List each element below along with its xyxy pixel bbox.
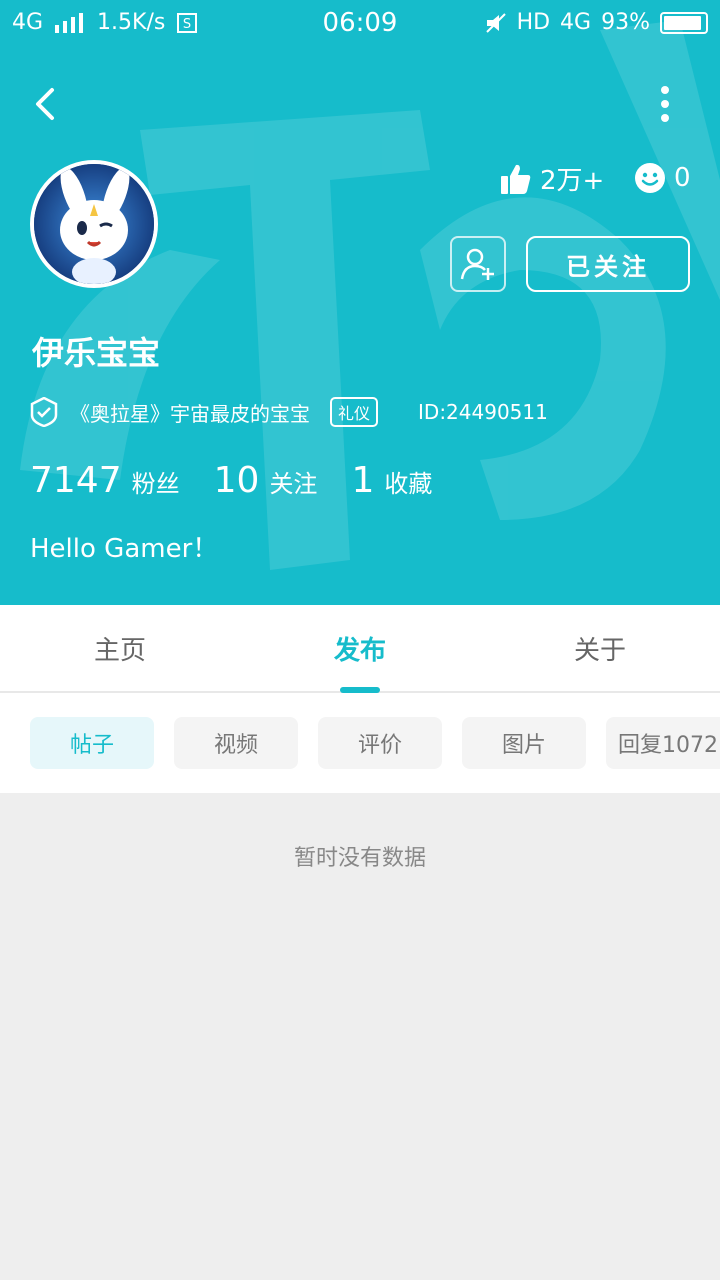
chip-replies[interactable]: 回复1072 <box>606 717 720 769</box>
bio: Hello Gamer！ <box>30 534 219 564</box>
following-button[interactable]: 已关注 <box>526 236 690 292</box>
avatar-image <box>34 164 154 284</box>
chip-images[interactable]: 图片 <box>462 717 586 769</box>
more-vertical-icon[interactable] <box>650 84 680 124</box>
following-count[interactable]: 10 <box>214 460 260 501</box>
hd-label: HD <box>516 10 551 35</box>
profile-meta: 《奥拉星》宇宙最皮的宝宝 礼仪 ID:24490511 <box>30 396 710 428</box>
title-text: 《奥拉星》宇宙最皮的宝宝 <box>70 401 310 426</box>
favorites-label[interactable]: 收藏 <box>384 464 432 499</box>
chip-reviews[interactable]: 评价 <box>318 717 442 769</box>
filter-chips: 帖子 视频 评价 图片 回复1072 <box>0 693 720 793</box>
tab-home[interactable]: 主页 <box>0 605 240 691</box>
following-label[interactable]: 关注 <box>269 464 317 499</box>
chip-posts[interactable]: 帖子 <box>30 717 154 769</box>
tab-posts[interactable]: 发布 <box>240 605 480 693</box>
avatar[interactable] <box>30 160 158 288</box>
back-arrow-icon[interactable] <box>28 84 64 124</box>
smile-value: 0 <box>674 163 691 193</box>
battery-icon <box>660 11 708 34</box>
empty-state-text: 暂时没有数据 <box>293 846 426 871</box>
battery-fill <box>664 15 702 30</box>
profile-stats: 7147 粉丝 10 关注 1 收藏 <box>30 460 466 501</box>
profile-header: 4G 1.5K/s S 06:09 HD 4G 93% 2万+ 0 已关注 伊乐… <box>0 0 720 605</box>
tab-posts-label: 发布 <box>333 635 386 666</box>
status-bar: 4G 1.5K/s S 06:09 HD 4G 93% <box>0 0 720 48</box>
battery-percent: 93% <box>601 10 650 35</box>
chip-videos[interactable]: 视频 <box>174 717 298 769</box>
tab-about[interactable]: 关于 <box>480 605 720 691</box>
add-friend-button[interactable] <box>450 236 506 292</box>
fans-label[interactable]: 粉丝 <box>132 464 180 499</box>
thumbs-up-icon <box>501 164 531 194</box>
verified-shield-icon <box>30 397 58 427</box>
tab-home-label: 主页 <box>93 635 146 666</box>
profile-tabs: 主页 发布 关于 <box>0 605 720 693</box>
likes-value: 2万+ <box>540 166 605 196</box>
favorites-count[interactable]: 1 <box>351 460 374 501</box>
username: 伊乐宝宝 <box>32 334 161 372</box>
add-user-icon <box>460 248 494 280</box>
smile-count: 0 <box>634 162 691 194</box>
role-tag: 礼仪 <box>330 397 379 427</box>
likes-count: 2万+ <box>500 160 604 197</box>
mute-icon <box>485 12 506 33</box>
smile-icon <box>635 163 665 193</box>
user-id: ID:24490511 <box>418 400 548 424</box>
network-right-label: 4G <box>560 10 592 35</box>
fans-count[interactable]: 7147 <box>30 460 122 501</box>
watermark-logo <box>20 20 720 570</box>
tab-about-label: 关于 <box>573 635 626 666</box>
